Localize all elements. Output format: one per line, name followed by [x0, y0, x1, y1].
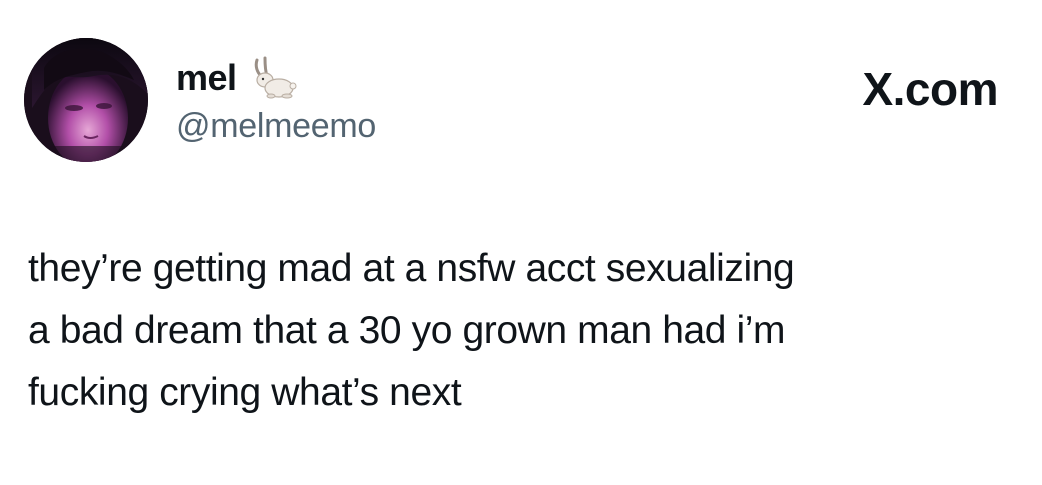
author-name-row: mel	[176, 56, 297, 100]
tweet-line: a bad dream that a 30 yo grown man had i…	[28, 309, 786, 352]
avatar[interactable]	[24, 38, 148, 162]
avatar-image	[24, 38, 148, 162]
x-brand-logo: X.com	[862, 64, 998, 114]
rabbit-icon	[254, 56, 297, 99]
tweet-text: they’re getting mad at a nsfw acct sexua…	[28, 238, 1018, 424]
author-display-name[interactable]: mel	[176, 58, 237, 98]
brand-label: X.com	[862, 63, 998, 115]
tweet-line: fucking crying what’s next	[28, 371, 462, 414]
tweet-card: mel @melmeemo X.com they’re getting mad …	[0, 0, 1042, 485]
author-handle[interactable]: @melmeemo	[176, 106, 376, 146]
tweet-line: they’re getting mad at a nsfw acct sexua…	[28, 247, 795, 290]
